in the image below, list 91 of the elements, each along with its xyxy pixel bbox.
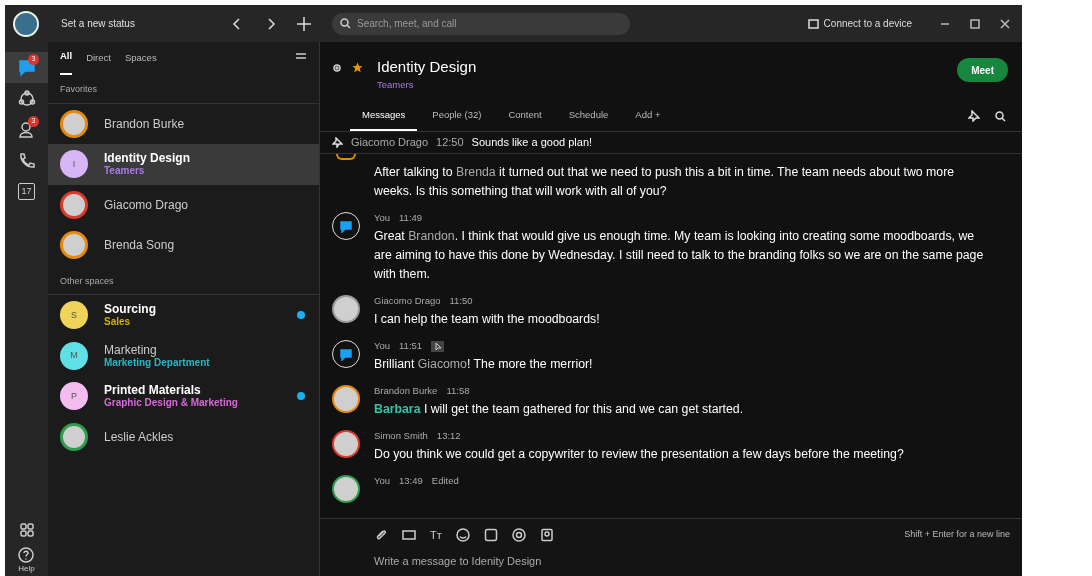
section-header: Other spaces [48,266,319,295]
edited-label: Edited [431,475,459,487]
conversation-subtitle: Marketing Department [104,356,211,369]
status-link[interactable]: Set a new status [61,16,218,31]
profile-avatar[interactable] [13,10,39,37]
message-text: Barbara I will get the team gathered for this and we can get started. [374,401,745,418]
search-field[interactable]: Search, meet, and call [332,12,630,35]
message-author: You [374,340,391,352]
pinned-message-bar[interactable]: Giacomo Drago 12:50 Sounds like a good plan! [320,132,1022,154]
section-header: Favorites [48,75,319,104]
conversation-item[interactable]: Brenda Song [48,225,319,266]
space-title: Identity Design [377,58,477,76]
pin-icon[interactable] [968,110,980,122]
apps-grid-icon[interactable] [19,523,34,537]
filter-tab[interactable]: Spaces [124,50,157,75]
conversation-name: Sourcing [104,302,157,317]
message-time: 11:50 [449,295,473,307]
pinned-time: 12:50 [436,135,464,151]
message-text: I can help the team with the moodboards! [374,311,601,328]
message-text: After talking to Brenda it turned out that we need to push this a bit in time. The team needs about two more weeks. Is this something that will work with all of you? [374,164,956,200]
message-time: 11:58 [446,385,470,397]
space-tab[interactable]: Add + [635,107,661,131]
space-tab[interactable]: Messages [350,107,418,131]
conversation-name: Identity Design [104,151,191,166]
shortcut-hint: Shift + Enter for a new line [904,528,1010,542]
space-avatar: I [60,150,88,179]
message-time: 13:49 [399,475,423,487]
conversation-name: Giacomo Drago [104,197,190,212]
conversation-name: Marketing [104,342,158,357]
conversation-name: Brenda Song [104,238,176,253]
conversation-item[interactable]: P Printed Materials Graphic Design & Marketing [48,376,319,417]
help-label[interactable]: Help [18,563,35,575]
chat-bubble-icon [339,219,353,233]
text-format-button[interactable]: Tт [430,526,442,544]
filter-tab[interactable]: All [60,48,73,75]
pinned-text: Sounds like a good plan! [471,135,593,151]
space-tab[interactable]: Schedule [568,107,609,131]
emoji-icon[interactable] [455,528,470,542]
conversation-subtitle: Sales [104,316,132,329]
attachment-icon[interactable] [374,528,388,542]
space-tab[interactable]: People (32) [432,107,482,131]
close-icon[interactable] [1000,18,1010,29]
connect-button[interactable]: Connect to a device [807,16,912,31]
conversation-item[interactable]: S Sourcing Sales [48,295,319,336]
settings-icon[interactable] [332,63,342,73]
pin-icon [332,137,343,148]
chat-bubble-icon [16,57,37,78]
maximize-icon[interactable] [970,18,980,29]
message-author: You [374,212,391,224]
message-text: Brilliant Giacomo! The more the merrior! [374,356,594,373]
space-avatar: P [60,382,88,411]
search-icon[interactable] [995,111,1006,122]
conversation-subtitle: Graphic Design & Marketing [104,397,239,410]
message-time: 11:51 [399,340,423,352]
message-input[interactable]: Write a message to Idenity Design [374,551,1010,571]
pinned-author: Giacomo Drago [351,135,429,151]
conversation-subtitle: Teamers [104,165,146,178]
message-author: Simon Smith [374,430,428,442]
conversation-item[interactable]: M Marketing Marketing Department [48,335,319,376]
filter-icon[interactable] [295,51,307,61]
message-author: Brandon Burke [374,385,438,397]
rail-item[interactable]: 17 [5,176,48,207]
contact-card-icon[interactable] [539,528,554,542]
plus-icon[interactable] [296,15,312,32]
search-icon [340,18,351,29]
filter-tab[interactable]: Direct [86,50,111,75]
message-text: Do you think we could get a copywriter to review the presentation a few days before the meeting? [374,446,905,463]
message-time: 11:49 [399,212,423,224]
help-icon[interactable] [18,547,35,563]
space-avatar: S [60,301,88,330]
message-author: You [374,475,391,487]
space-subtitle: Teamers [377,78,415,92]
message-text: Great Brandon. I think that would give us enough time. My team is looking into creating some moodboards, we are aiming to have this done by Wednesday. I still need to talk to the branding folks so we are on the same page with them. [374,228,985,283]
space-avatar: M [60,341,88,370]
conversation-item[interactable]: Giacomo Drago [48,184,319,225]
conversation-item[interactable]: Brandon Burke [48,103,319,144]
conversation-name: Leslie Ackles [104,429,175,444]
calendar-icon: 17 [18,183,35,200]
conversation-name: Brandon Burke [104,116,186,131]
teams-icon [16,88,37,109]
screen-share-icon[interactable] [402,528,416,542]
message-time: 13:12 [436,430,461,442]
cast-icon [807,18,819,29]
conversation-item[interactable]: I Identity Design Teamers [48,144,319,185]
conversation-name: Printed Materials [104,383,202,398]
chat-bubble-icon [339,347,353,361]
star-icon[interactable] [352,62,363,73]
space-tab[interactable]: Content [508,107,542,131]
meet-button[interactable]: Meet [957,58,1008,82]
conversation-item[interactable]: Leslie Ackles [48,416,319,457]
message-author: Giacomo Drago [374,295,441,307]
